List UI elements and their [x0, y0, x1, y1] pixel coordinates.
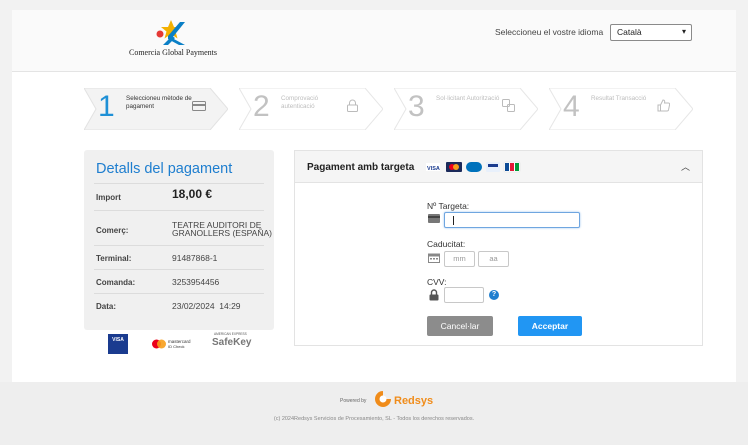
expiry-year-input[interactable]: aa — [478, 251, 509, 267]
calendar-icon — [428, 253, 440, 266]
detail-value: 91487868-1 — [172, 253, 218, 263]
payment-page-card: Comercia Global Payments Seleccioneu el … — [12, 10, 736, 382]
card-payment-panel: Pagament amb targeta VISA ︿ Nº Targeta: … — [294, 150, 703, 346]
detail-value: TEATRE AUDITORI DE GRANOLLERS (ESPAÑA) — [172, 220, 272, 238]
thumbs-up-icon — [657, 99, 671, 115]
detail-value: 18,00 € — [172, 187, 213, 201]
step-1: 1 Seleccioneu mètode de pagament — [84, 88, 228, 130]
card-icon — [428, 214, 440, 226]
transfer-icon — [502, 99, 515, 115]
mastercard-idcheck-logo: mastercard ID Check — [152, 337, 202, 351]
mastercard-circles-icon — [152, 339, 166, 349]
cvv-input[interactable] — [444, 287, 484, 303]
expiry-label: Caducitat: — [427, 239, 466, 249]
detail-label: Comanda: — [96, 278, 136, 287]
expiry-month-placeholder: mm — [453, 254, 466, 263]
accept-button[interactable]: Acceptar — [518, 316, 582, 336]
accepted-cards-logos: VISA — [426, 161, 521, 173]
collapse-caret-icon[interactable]: ︿ — [681, 160, 690, 173]
details-title: Detalls del pagament — [96, 161, 233, 177]
text-cursor — [453, 216, 454, 225]
payment-details-panel: Detalls del pagament Import 18,00 € Come… — [84, 150, 274, 330]
step-4: 4 Resultat Transacció — [549, 88, 693, 130]
language-label: Seleccioneu el vostre idioma — [495, 27, 604, 37]
powered-by-text: Powered by — [340, 398, 367, 404]
card-payment-header[interactable]: Pagament amb targeta VISA ︿ — [295, 151, 702, 183]
divider — [94, 210, 264, 211]
language-select[interactable]: Català ▾ — [610, 24, 692, 41]
detail-label: Comerç: — [96, 226, 129, 235]
progress-steps: 1 Seleccioneu mètode de pagament 2 Compr… — [84, 88, 704, 130]
logo-text: Comercia Global Payments — [129, 48, 217, 57]
redsys-logo-icon — [375, 391, 391, 407]
card-number-label: Nº Targeta: — [427, 201, 470, 211]
header-bar: Comercia Global Payments Seleccioneu el … — [12, 10, 736, 72]
detail-label: Import — [96, 193, 121, 202]
step-label: Comprovació autenticació — [281, 95, 319, 110]
chevron-down-icon: ▾ — [681, 27, 686, 36]
detail-label: Data: — [96, 302, 117, 311]
expiry-month-input[interactable]: mm — [444, 251, 475, 267]
card-payment-title: Pagament amb targeta — [307, 162, 415, 173]
divider — [94, 245, 264, 246]
detail-value: 3253954456 — [172, 277, 220, 287]
detail-value: 23/02/2024 14:29 — [172, 301, 241, 311]
svg-text:VISA: VISA — [427, 166, 440, 172]
amex-text: AMERICAN EXPRESS — [214, 332, 247, 336]
step-label: Sol·licitant Autorització — [436, 95, 500, 102]
divider — [94, 183, 264, 184]
lock-icon — [429, 289, 439, 304]
step-3: 3 Sol·licitant Autorització — [394, 88, 538, 130]
card-icon — [192, 99, 206, 114]
language-selected-value: Català — [617, 27, 642, 37]
detail-label: Terminal: — [96, 254, 132, 263]
mastercard-sub-text: ID Check — [168, 344, 185, 349]
step-number: 1 — [98, 90, 115, 123]
step-number: 3 — [408, 90, 425, 123]
visa-text: VISA — [112, 337, 124, 343]
redsys-brand-text: Redsys — [394, 395, 434, 407]
footer: Powered by Redsys (c) 2024Redsys Servici… — [0, 382, 748, 445]
step-label: Resultat Transacció — [591, 95, 647, 102]
step-number: 2 — [253, 90, 270, 123]
divider — [94, 269, 264, 270]
visa-secure-logo: VISA — [108, 334, 128, 354]
divider — [94, 293, 264, 294]
star-logo-icon — [156, 20, 185, 45]
step-label: Seleccioneu mètode de pagament — [126, 95, 192, 110]
cvv-label: CVV: — [427, 277, 447, 287]
safekey-text: SafeKey — [212, 337, 252, 348]
lock-icon — [347, 99, 358, 115]
cancel-button[interactable]: Cancel·lar — [427, 316, 493, 336]
copyright-text: (c) 2024Redsys Servicios de Procesamient… — [273, 416, 475, 422]
help-icon[interactable]: ? — [489, 290, 499, 300]
step-2: 2 Comprovació autenticació — [239, 88, 383, 130]
amex-safekey-logo: AMERICAN EXPRESS SafeKey — [212, 332, 264, 354]
security-brands: VISA mastercard ID Check AMERICAN EXPRES… — [108, 332, 268, 358]
step-number: 4 — [563, 90, 580, 123]
company-logo: Comercia Global Payments — [118, 18, 228, 68]
card-number-input[interactable] — [444, 212, 580, 228]
expiry-year-placeholder: aa — [489, 254, 498, 263]
